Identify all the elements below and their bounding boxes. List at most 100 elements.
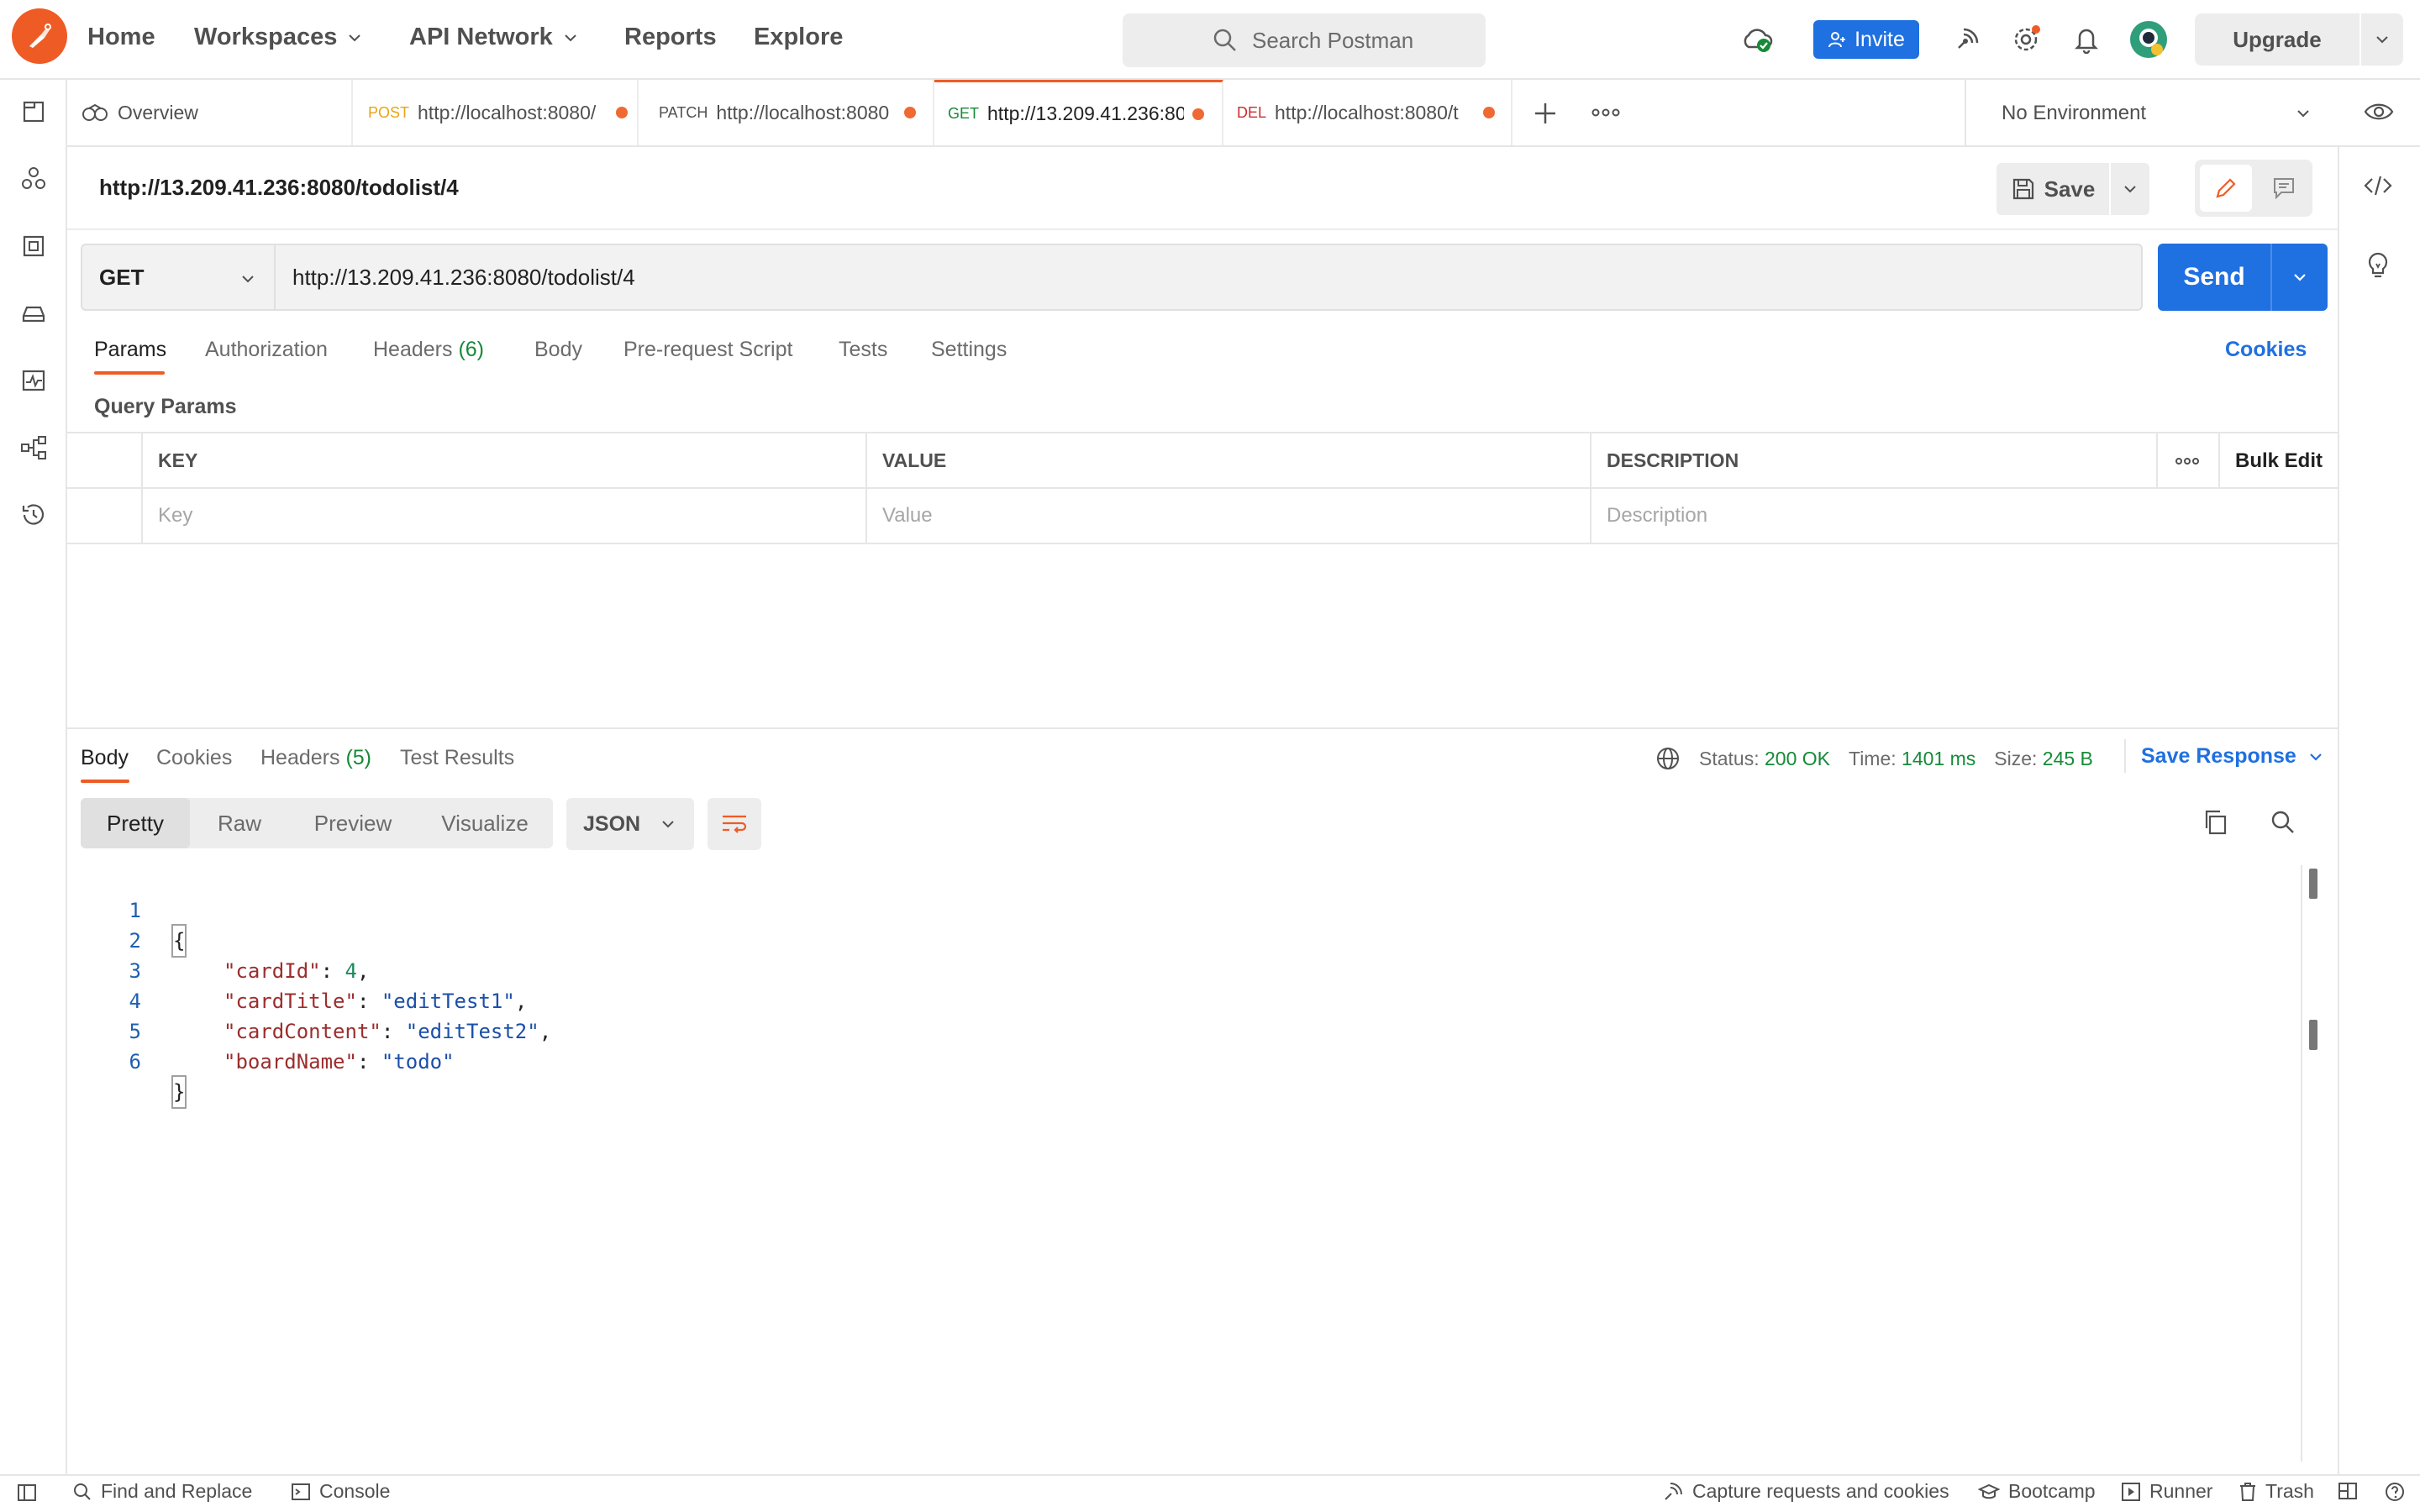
- cookies-link[interactable]: Cookies: [2225, 338, 2307, 362]
- save-dropdown[interactable]: [2111, 163, 2149, 215]
- divider: [67, 228, 2338, 230]
- flows-icon[interactable]: [17, 431, 50, 465]
- value-column-header: VALUE: [867, 433, 1591, 488]
- tab-params[interactable]: Params: [94, 338, 166, 362]
- environment-select[interactable]: No Environment: [1965, 80, 2338, 147]
- toggle-sidebar-icon[interactable]: [17, 1483, 37, 1502]
- code-snippet-icon[interactable]: [2363, 173, 2393, 198]
- send-dropdown[interactable]: [2272, 268, 2328, 286]
- collections-icon[interactable]: [17, 95, 50, 129]
- value-input[interactable]: Value: [867, 488, 1591, 543]
- tab-body[interactable]: Body: [534, 338, 582, 362]
- runner-button[interactable]: Runner: [2121, 1480, 2212, 1503]
- description-input[interactable]: Description: [1591, 488, 2338, 543]
- console-button[interactable]: Console: [291, 1480, 390, 1503]
- two-pane-view-icon[interactable]: [2338, 1482, 2358, 1500]
- request-title[interactable]: http://13.209.41.236:8080/todolist/4: [99, 175, 459, 201]
- tab-body-label: Body: [534, 338, 582, 361]
- tab-settings[interactable]: Settings: [931, 338, 1007, 362]
- divider: [67, 487, 2338, 489]
- new-tab-icon[interactable]: [1531, 99, 1560, 128]
- scrollbar-marker[interactable]: [2309, 1020, 2317, 1050]
- notifications-bell-icon[interactable]: [2069, 22, 2104, 57]
- postman-logo-icon[interactable]: [12, 8, 67, 64]
- nav-reports[interactable]: Reports: [624, 24, 717, 51]
- nav-api-network[interactable]: API Network: [409, 24, 580, 51]
- pane-splitter[interactable]: [67, 727, 2338, 729]
- tab-headers[interactable]: Headers (6): [373, 338, 484, 362]
- mock-servers-icon[interactable]: [17, 297, 50, 330]
- capture-requests-button[interactable]: Capture requests and cookies: [1662, 1480, 1949, 1503]
- response-tab-body[interactable]: Body: [81, 746, 129, 770]
- search-placeholder: Search Postman: [1252, 27, 1414, 53]
- scrollbar-marker[interactable]: [2309, 869, 2317, 899]
- trash-button[interactable]: Trash: [2238, 1480, 2314, 1503]
- help-icon[interactable]: [2385, 1482, 2405, 1502]
- search-response-icon[interactable]: [2269, 808, 2297, 837]
- code-line: 4 "cardContent": "editTest2",: [67, 956, 552, 1043]
- view-raw[interactable]: Raw: [190, 798, 289, 848]
- view-preview-label: Preview: [313, 810, 392, 836]
- sync-status-icon[interactable]: [1739, 22, 1775, 57]
- time-meta[interactable]: Time: 1401 ms: [1849, 748, 1975, 770]
- satellite-icon[interactable]: [1949, 22, 1985, 57]
- tab-authorization[interactable]: Authorization: [205, 338, 328, 362]
- key-placeholder: Key: [158, 503, 193, 527]
- size-meta[interactable]: Size: 245 B: [1994, 748, 2093, 770]
- tab-overview[interactable]: Overview: [67, 80, 353, 145]
- upgrade-button[interactable]: Upgrade: [2195, 13, 2403, 66]
- more-tabs-icon[interactable]: [1591, 106, 1620, 119]
- nav-workspaces[interactable]: Workspaces: [194, 24, 364, 51]
- chevron-down-icon: [565, 34, 576, 41]
- key-input[interactable]: Key: [143, 488, 867, 543]
- response-tab-cookies[interactable]: Cookies: [156, 746, 232, 770]
- edit-mode-button[interactable]: [2200, 165, 2252, 212]
- view-visualize[interactable]: Visualize: [417, 798, 553, 848]
- view-pretty[interactable]: Pretty: [81, 798, 190, 848]
- globe-icon[interactable]: [1655, 746, 1681, 771]
- nav-explore[interactable]: Explore: [754, 24, 843, 51]
- tab-request-get[interactable]: GET http://13.209.41.236:80: [934, 80, 1223, 145]
- apis-icon[interactable]: [17, 162, 50, 196]
- settings-gear-icon[interactable]: [2008, 22, 2044, 57]
- wrap-lines-button[interactable]: [708, 798, 761, 850]
- nav-home[interactable]: Home: [87, 24, 155, 51]
- history-icon[interactable]: [17, 498, 50, 532]
- tab-request-post[interactable]: POST http://localhost:8080/: [353, 80, 639, 145]
- send-button[interactable]: Send: [2158, 244, 2328, 311]
- tab-pre-request-script[interactable]: Pre-request Script: [623, 338, 792, 362]
- chevron-down-icon: [2294, 274, 2306, 281]
- tab-overview-label: Overview: [118, 101, 198, 123]
- tab-request-delete[interactable]: DEL http://localhost:8080/t: [1223, 80, 1512, 145]
- table-options-icon[interactable]: [2158, 433, 2220, 488]
- comments-mode-button[interactable]: [2260, 165, 2307, 212]
- format-select[interactable]: JSON: [566, 798, 694, 850]
- search-input[interactable]: Search Postman: [1123, 13, 1486, 67]
- response-tab-headers[interactable]: Headers (5): [260, 746, 371, 770]
- url-input[interactable]: http://13.209.41.236:8080/todolist/4: [276, 244, 2143, 311]
- find-and-replace-button[interactable]: Find and Replace: [72, 1480, 252, 1503]
- save-response-button[interactable]: Save Response: [2141, 744, 2325, 769]
- monitors-icon[interactable]: [17, 364, 50, 397]
- environment-quick-look-eye-icon[interactable]: [2363, 99, 2395, 124]
- time-value: 1401 ms: [1902, 747, 1976, 769]
- tab-tests[interactable]: Tests: [839, 338, 887, 362]
- brace-open: {: [171, 924, 187, 958]
- avatar[interactable]: [2128, 18, 2170, 60]
- bootcamp-button[interactable]: Bootcamp: [1978, 1480, 2096, 1503]
- view-preview[interactable]: Preview: [289, 798, 417, 848]
- json-comma: ,: [514, 990, 528, 1013]
- save-button[interactable]: Save: [1996, 163, 2109, 215]
- upgrade-dropdown[interactable]: [2361, 30, 2403, 49]
- environment-label: No Environment: [2002, 102, 2147, 124]
- lightbulb-icon[interactable]: [2365, 250, 2391, 281]
- response-tab-test-results[interactable]: Test Results: [400, 746, 514, 770]
- code-content: "cardTitle": "editTest1",: [224, 990, 528, 1013]
- environments-icon[interactable]: [17, 229, 50, 263]
- status-meta[interactable]: Status: 200 OK: [1699, 748, 1830, 770]
- bulk-edit-button[interactable]: Bulk Edit: [2220, 433, 2338, 488]
- copy-icon[interactable]: [2202, 808, 2230, 837]
- invite-button[interactable]: Invite: [1813, 20, 1919, 59]
- tab-request-patch[interactable]: PATCH http://localhost:8080: [639, 80, 934, 145]
- method-select[interactable]: GET: [81, 244, 276, 311]
